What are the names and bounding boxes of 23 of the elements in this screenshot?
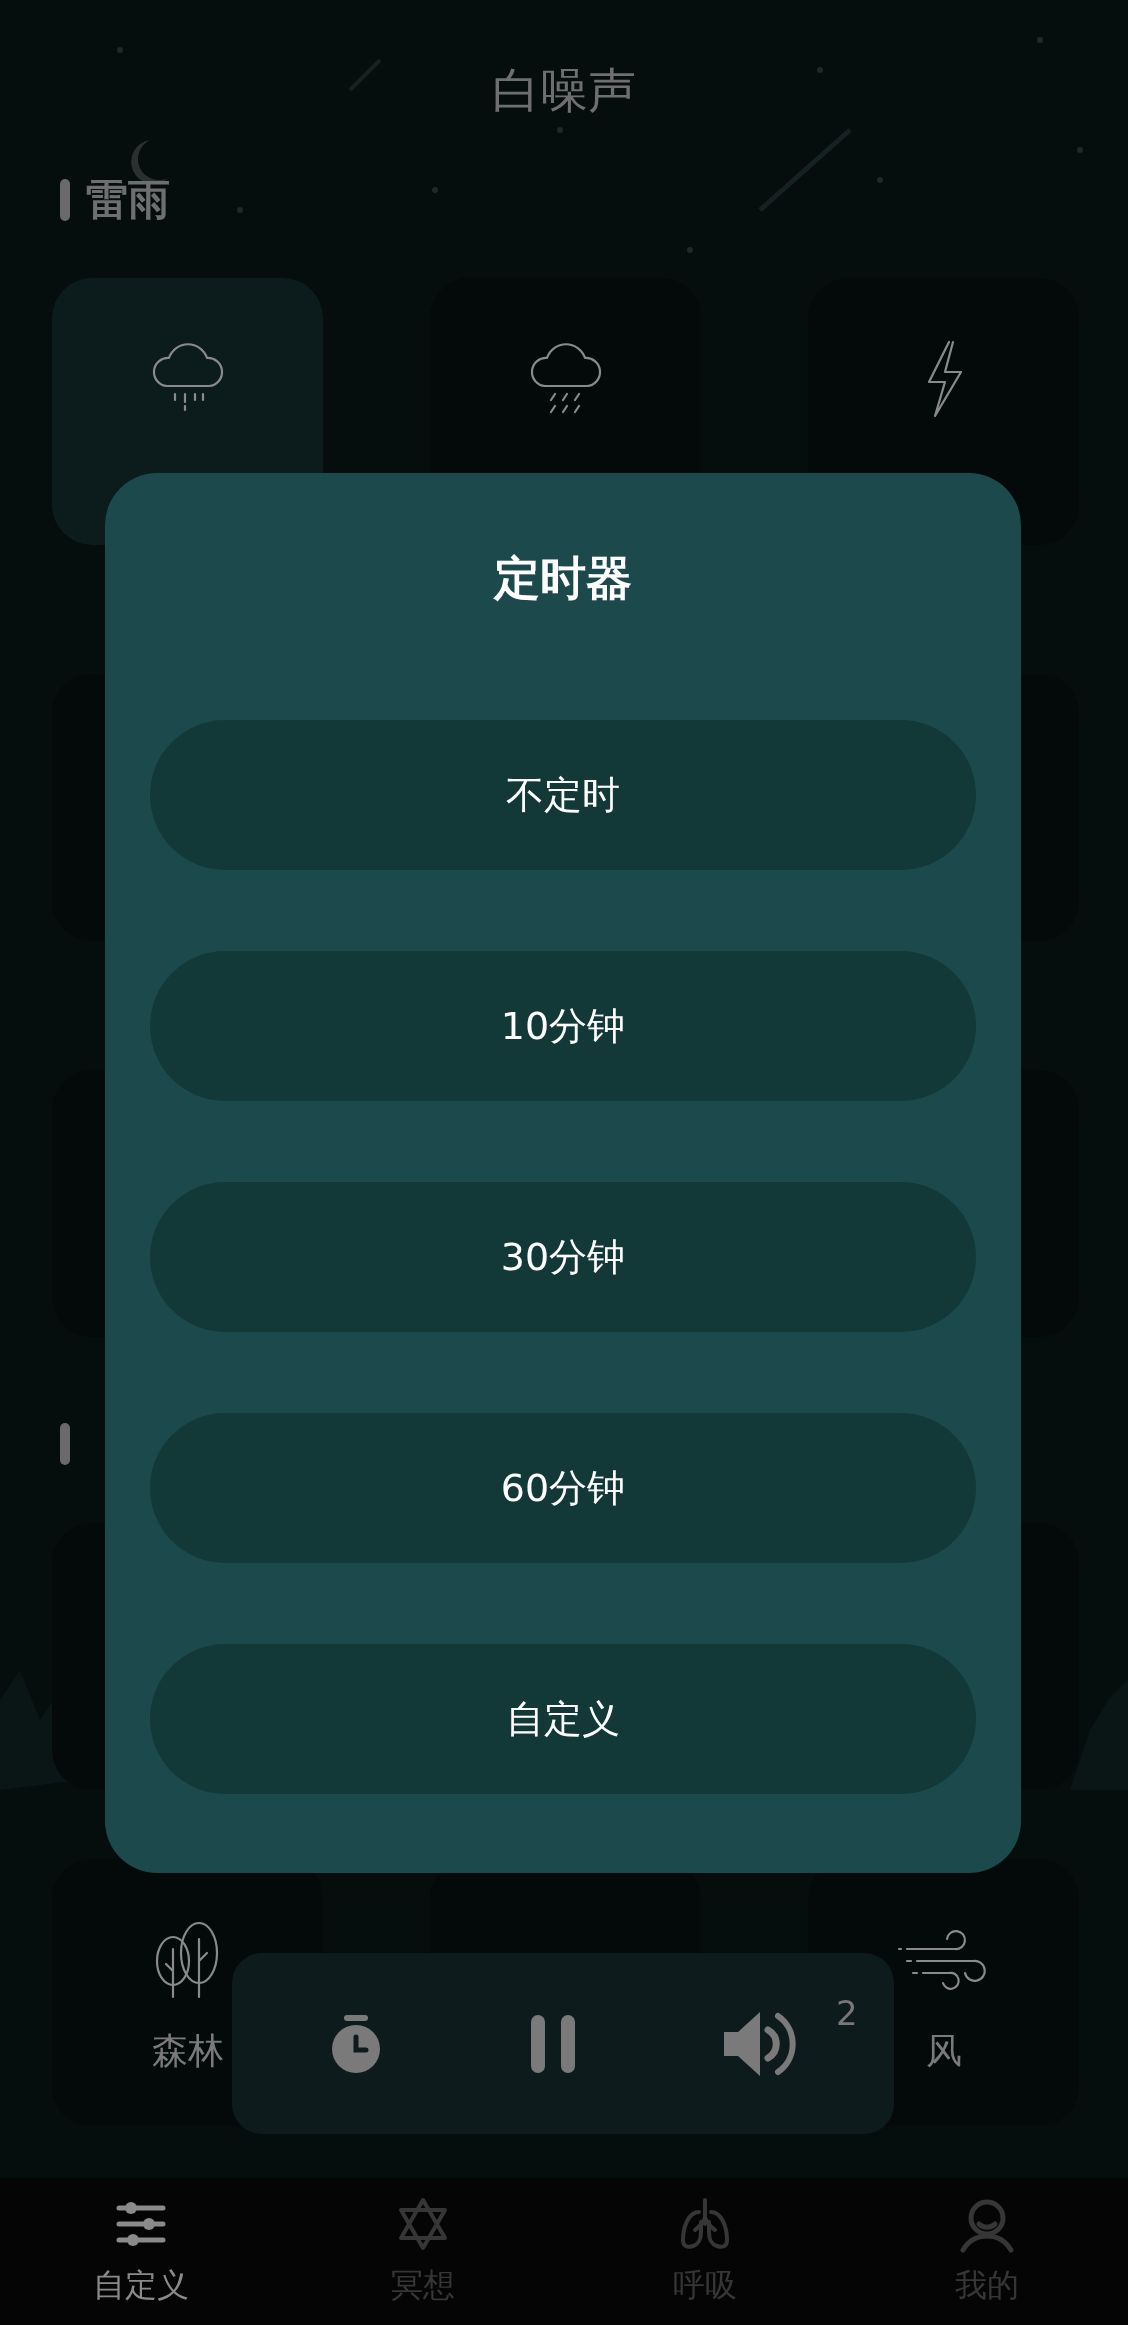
- page-title: 白噪声: [492, 64, 636, 117]
- timer-option-button[interactable]: 10分钟: [150, 951, 976, 1101]
- star-dot: [237, 207, 243, 213]
- tab[interactable]: 自定义: [0, 2178, 282, 2325]
- timer-option-button[interactable]: 自定义: [150, 1644, 976, 1794]
- star-dot: [817, 67, 823, 73]
- timer-option-button[interactable]: 不定时: [150, 720, 976, 870]
- star-dot: [117, 47, 123, 53]
- star-dot: [1077, 147, 1083, 153]
- card-label: 森林: [151, 2031, 224, 2071]
- dialog-title: 定时器: [494, 553, 632, 603]
- star-dot: [1037, 37, 1043, 43]
- timer-option-button[interactable]: 60分钟: [150, 1413, 976, 1563]
- section-marker: [60, 179, 70, 221]
- section-title: 雷雨: [86, 176, 170, 224]
- star-dot: [687, 247, 693, 253]
- star-dot: [557, 127, 563, 133]
- volume-count: 2: [836, 1996, 858, 2030]
- section-marker: [60, 1423, 70, 1465]
- card-label: 风: [925, 2031, 962, 2071]
- star-dot: [432, 187, 438, 193]
- star-dot: [877, 177, 883, 183]
- timer-option-button[interactable]: 30分钟: [150, 1182, 976, 1332]
